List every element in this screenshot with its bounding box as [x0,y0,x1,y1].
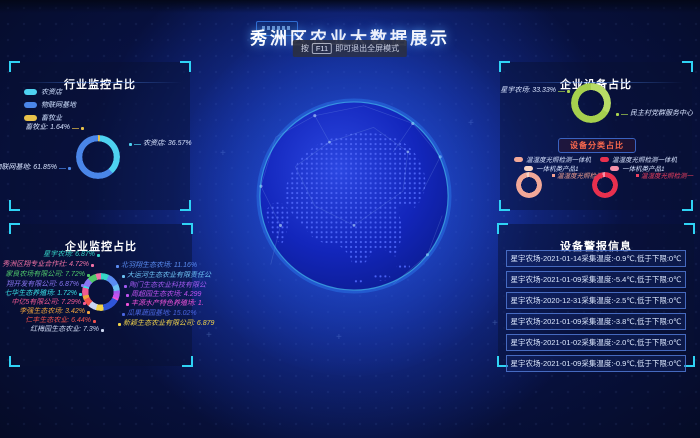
legend-item[interactable]: 农资店 [24,87,76,97]
chart-callout: 仁丰生态农业: 6.44% [25,317,96,325]
chart-callout: 大运河生态农业有限责任公 [122,272,211,280]
corner-bracket [499,61,510,72]
divider [18,82,182,83]
corner-bracket [684,223,695,234]
corner-bracket [682,61,693,72]
device-class-donut-right[interactable] [592,172,618,198]
dashboard-background: 秀洲区农业大数据展示 按 F11 即可退出全屏模式 [0,0,700,438]
legend-swatch [524,166,533,171]
chart-callout: 丰源水产特色养殖场: 1. [126,300,204,308]
legend-swatch [24,115,37,121]
corner-bracket [682,200,693,211]
corner-bracket [9,356,20,367]
enterprise-panel-title: 企业监控占比 [10,238,192,254]
legend-label: 畜牧业 [41,113,62,123]
alarm-row: 星宇农场-2021-01-09采集温度:-5.4℃,低于下限:0℃ [506,271,686,288]
chart-callout: 农资店: 36.57% [129,140,192,148]
plus-decor [206,330,212,341]
legend-item[interactable]: 畜牧业 [24,113,76,123]
chart-callout: 红梅园生态农业: 7.3% [30,326,104,334]
alarm-row: 星宇农场-2021-01-09采集温度:-0.9℃,低于下限:0℃ [506,355,686,372]
industry-legend: 农资店 物联网基地 畜牧业 [24,87,76,123]
legend-label: 农资店 [41,87,62,97]
panel-device-alarm-info: 设备警报信息 星宇农场-2021-01-14采集温度:-0.9℃,低于下限:0℃… [498,224,694,366]
chart-callout: 北羽翔生态农场: 11.16% [116,262,197,270]
legend-swatch [24,102,37,108]
legend-swatch [514,157,523,162]
chart-callout: 温湿度光照检测一 [636,170,693,180]
chart-callout: 陶门生态农业科技有限公 [124,282,206,290]
panel-industry-monitor-ratio: 行业监控占比 农资店 物联网基地 畜牧业 畜牧业: 1.64% 农资店: 36.… [10,62,190,210]
chart-callout: 中亿5有限公司: 7.29% [11,299,86,307]
device-class-title: 设备分类占比 [558,138,636,153]
corner-bracket [180,61,191,72]
legend-label: 物联网基地 [41,100,76,110]
corner-bracket [497,223,508,234]
panel-enterprise-monitor-ratio: 企业监控占比 星宇农场: 6.87% 秀洲区翔专业合作社: 4.72% 家良农场… [10,224,192,366]
chart-callout: 物联网基地: 61.85% [0,164,71,172]
device-donut-chart[interactable] [571,83,611,123]
chart-callout: 秀洲区翔专业合作社: 4.72% [2,261,94,269]
plus-decor [492,318,498,329]
alarm-row: 星宇农场-2021-01-02采集温度:-2.0℃,低于下限:0℃ [506,334,686,351]
legend-item[interactable]: 物联网基地 [24,100,76,110]
globe-visualization [256,98,452,294]
chart-callout: 家良农场有限公司: 7.72% [5,271,90,279]
alarm-row: 星宇农场-2021-01-14采集温度:-0.9℃,低于下限:0℃ [506,250,686,267]
corner-bracket [182,223,193,234]
chart-callout: 瓜果蔬园基地: 15.02% [122,310,197,318]
chart-callout: 七华生态养殖场: 1.72% [4,290,82,298]
legend-swatch [600,157,609,162]
alarm-row: 星宇农场-2020-12-31采集温度:-2.5℃,低于下限:0℃ [506,292,686,309]
chart-callout: 畜牧业: 1.64% [25,124,84,132]
corner-bracket [180,200,191,211]
alarm-list: 星宇农场-2021-01-14采集温度:-0.9℃,低于下限:0℃ 星宇农场-2… [506,250,686,372]
top-shade-band [0,0,700,13]
industry-donut-chart[interactable] [76,135,120,179]
panel-enterprise-device-ratio: 企业设备占比 星宇农场: 33.33% 民主村党群服务中心 设备分类占比 温湿度… [500,62,692,210]
chart-callout: 翔开发有限公司: 6.87% [6,281,84,289]
legend-swatch [24,89,37,95]
chart-callout: 民主村党群服务中心 [616,110,693,118]
chart-callout: 李强生态农场: 3.42% [19,308,90,316]
chart-callout: 周超园生态农场: 4.299 [126,291,201,299]
chart-callout: 星宇农场: 33.33% [500,87,570,95]
corner-bracket [182,356,193,367]
alarm-row: 星宇农场-2021-01-09采集温度:-3.8℃,低于下限:0℃ [506,313,686,330]
corner-bracket [9,223,20,234]
legend-swatch [610,166,619,171]
device-class-donut-left[interactable] [516,172,542,198]
corner-bracket [9,61,20,72]
chart-callout: 星宇农场: 6.87% [43,251,100,259]
corner-bracket [499,200,510,211]
chart-callout: 新颖生态农业有限公司: 6.879 [118,320,214,328]
corner-bracket [9,200,20,211]
